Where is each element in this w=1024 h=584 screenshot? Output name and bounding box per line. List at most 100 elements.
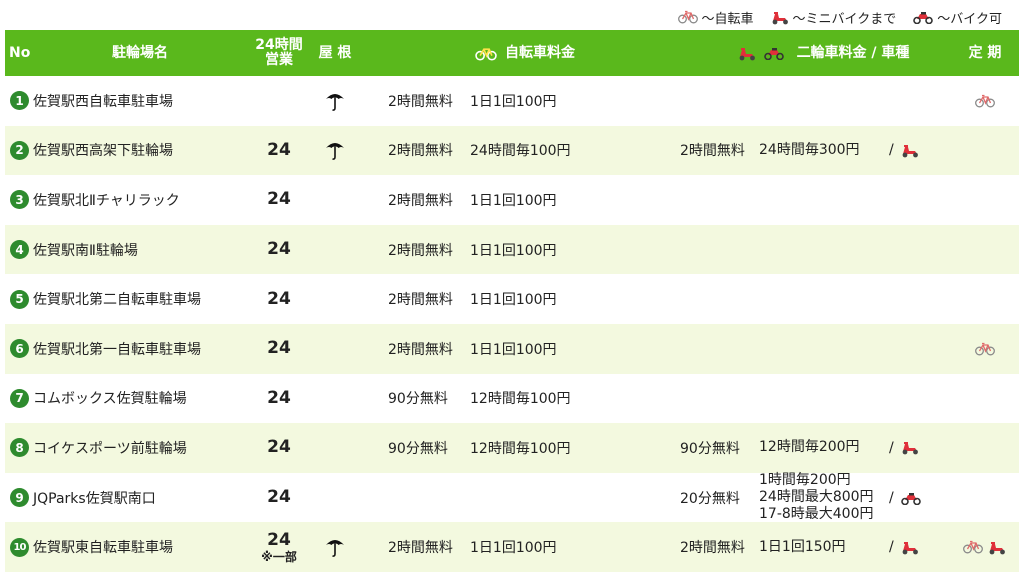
table-row: 5 佐賀駅北第二自転車駐車場 24 2時間無料 1日1回100円 (5, 274, 1019, 324)
roof-cell (315, 175, 355, 225)
vehicle-type-cell: / (889, 126, 949, 176)
roof-cell (315, 76, 355, 126)
twowheel-fee-cell (759, 175, 889, 225)
roof-cell (315, 126, 355, 176)
vehicle-legend: ～自転車 ～ミニバイクまで ～バイク可 (678, 6, 1002, 28)
parking-name: 佐賀駅西高架下駐輪場 (33, 143, 173, 160)
table-row: 6 佐賀駅北第一自転車駐車場 24 2時間無料 1日1回100円 (5, 323, 1019, 374)
table-row: 10 佐賀駅東自転車駐車場 24 ※一部 2時間無料 1日1回100円 2時間無料 1日1回1… (5, 522, 1019, 572)
teiki-cell (955, 126, 1015, 176)
twowheel-free-time (680, 374, 760, 424)
parking-name: 佐賀駅北第一自転車駐車場 (33, 341, 201, 358)
vehicle-type-cell: / (889, 473, 949, 523)
parking-name-cell: 6 佐賀駅北第一自転車駐車場 (10, 324, 250, 374)
open24-cell: 24 (245, 126, 313, 176)
bicycle-icon (963, 540, 983, 554)
teiki-cell (955, 274, 1015, 324)
parking-name-cell: 7 コムボックス佐賀駐輪場 (10, 374, 250, 424)
twowheel-fee-cell (759, 374, 889, 424)
twowheel-fee: 1時間毎200円 (759, 472, 851, 489)
open24-note: ※一部 (261, 549, 297, 564)
roof-cell (315, 225, 355, 275)
teiki-cell (955, 76, 1015, 126)
bicycle-fee: 1日1回100円 (470, 93, 557, 110)
bicycle-free-time: 2時間無料 (388, 341, 453, 358)
twowheel-fee: 1日1回150円 (759, 538, 846, 555)
vehicle-type-cell (889, 374, 949, 424)
bicycle-free-time: 90分無料 (388, 391, 448, 408)
open24-value: 24 (267, 189, 291, 210)
header-bicycle-fee-label: 自転車料金 (505, 44, 575, 61)
open24-cell: 24 (245, 175, 313, 225)
parking-name-cell: 8 コイケスポーツ前駐輪場 (10, 423, 250, 473)
bicycle-fee: 12時間毎100円 (470, 440, 571, 457)
bicycle-free-time: 2時間無料 (388, 242, 453, 259)
row-number-badge: 3 (10, 190, 29, 210)
row-number-badge: 9 (10, 488, 29, 508)
scooter-icon (900, 440, 920, 455)
row-number-badge: 6 (10, 339, 29, 359)
umbrella-icon (324, 139, 346, 161)
open24-cell: 24 (245, 225, 313, 275)
table-row: 3 佐賀駅北Ⅱチャリラック 24 2時間無料 1日1回100円 (5, 175, 1019, 225)
twowheel-fee-cell: 1日1回150円 (759, 522, 889, 572)
legend-bicycle: ～自転車 (678, 8, 754, 27)
roof-cell (315, 473, 355, 523)
legend-minibike: ～ミニバイクまで (770, 8, 897, 27)
parking-name: 佐賀駅南Ⅱ駐輪場 (33, 242, 138, 259)
twowheel-fee-cell (759, 274, 889, 324)
header-name: 駐輪場名 (112, 44, 168, 61)
bicycle-free-time: 2時間無料 (388, 143, 453, 160)
open24-value: 24 (267, 338, 291, 359)
open24-cell: 24 ※一部 (245, 522, 313, 572)
scooter-icon (770, 10, 790, 25)
bicycle-fee: 1日1回100円 (470, 292, 557, 309)
parking-name-cell: 10 佐賀駅東自転車駐車場 (10, 522, 250, 572)
scooter-icon (987, 540, 1007, 555)
header-open24-line1: 24時間 (255, 37, 303, 53)
motorcycle-icon (763, 46, 785, 60)
open24-value: 24 (267, 437, 291, 458)
open24-value: 24 (267, 239, 291, 260)
parking-name: 佐賀駅西自転車駐車場 (33, 93, 173, 110)
twowheel-free-time (680, 324, 760, 374)
roof-cell (315, 522, 355, 572)
header-no: No (9, 44, 31, 61)
bicycle-free-time: 90分無料 (388, 440, 448, 457)
parking-name: JQParks佐賀駅南口 (33, 490, 156, 507)
bicycle-fee: 1日1回100円 (470, 341, 557, 358)
twowheel-fee-cell (759, 324, 889, 374)
header-twowheel-fee: 二輪車料金 / 車種 (713, 30, 933, 76)
twowheel-free-time (680, 225, 760, 275)
legend-bike-label: ～バイク可 (937, 11, 1002, 27)
legend-bike: ～バイク可 (912, 8, 1002, 27)
table-row: 4 佐賀駅南Ⅱ駐輪場 24 2時間無料 1日1回100円 (5, 224, 1019, 275)
slash-separator: / (889, 539, 894, 556)
slash-separator: / (889, 439, 894, 456)
scooter-icon (900, 540, 920, 555)
open24-value: 24 (267, 529, 291, 550)
twowheel-fee-cell: 1時間毎200円 24時間最大800円 17-8時最大400円 (759, 472, 889, 523)
roof-cell (315, 374, 355, 424)
bicycle-fee: 1日1回100円 (470, 192, 557, 209)
teiki-cell (955, 175, 1015, 225)
vehicle-type-cell: / (889, 423, 949, 473)
parking-name: コイケスポーツ前駐輪場 (33, 440, 187, 457)
row-number-badge: 10 (10, 537, 29, 557)
twowheel-fee: 12時間毎200円 (759, 439, 860, 456)
open24-cell: 24 (245, 374, 313, 424)
legend-minibike-label: ～ミニバイクまで (792, 11, 897, 27)
teiki-cell (955, 522, 1015, 572)
bicycle-free-time: 2時間無料 (388, 192, 453, 209)
open24-cell: 24 (245, 473, 313, 523)
parking-name: 佐賀駅北Ⅱチャリラック (33, 192, 180, 209)
open24-value: 24 (267, 139, 291, 160)
row-number-badge: 7 (10, 388, 29, 408)
twowheel-free-time: 90分無料 (680, 440, 740, 457)
teiki-cell (955, 324, 1015, 374)
scooter-icon (900, 143, 920, 158)
parking-name: 佐賀駅東自転車駐車場 (33, 540, 173, 557)
bicycle-free-time: 2時間無料 (388, 540, 453, 557)
twowheel-fee-cell (759, 76, 889, 126)
parking-name-cell: 9 JQParks佐賀駅南口 (10, 473, 250, 523)
